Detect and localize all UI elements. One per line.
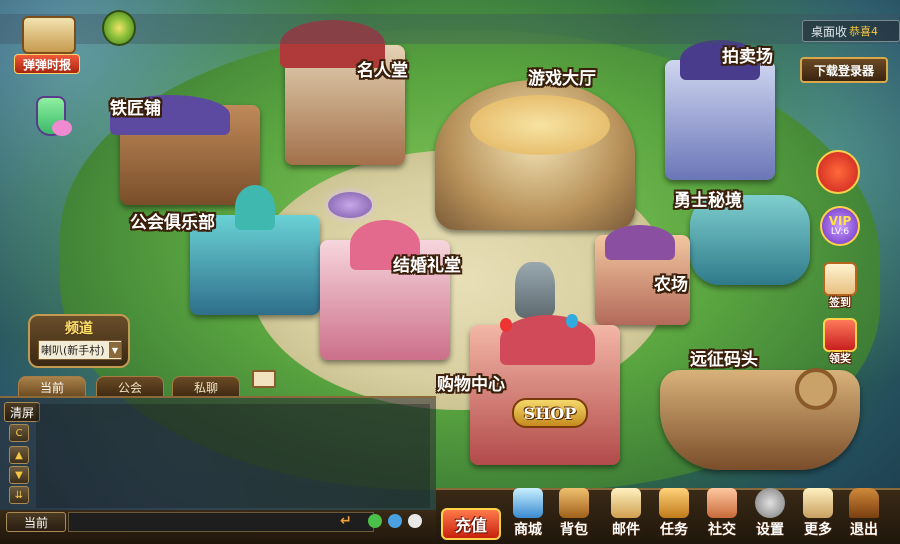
- menu-settings-label: 设置: [756, 522, 784, 538]
- label-wedding-hall[interactable]: 结婚礼堂: [393, 251, 461, 276]
- menu-bag-label: 背包: [560, 522, 588, 538]
- label-blacksmith[interactable]: 铁匠铺: [110, 94, 161, 119]
- menu-quest[interactable]: 任务: [652, 486, 696, 542]
- news-label: 弹弹时报: [14, 54, 80, 74]
- label-guild-club[interactable]: 公会俱乐部: [130, 208, 215, 233]
- menu-exit[interactable]: 退出: [842, 486, 886, 542]
- balloons-2: [566, 314, 578, 328]
- game-hall-dome: [470, 95, 610, 155]
- menu-quest-label: 任务: [660, 522, 688, 538]
- channel-select[interactable]: 喇叭(新手村) ▼: [38, 340, 122, 360]
- label-warrior-realm[interactable]: 勇士秘境: [674, 186, 742, 211]
- gift-icon: [823, 318, 857, 352]
- handshake-icon: [707, 488, 737, 518]
- checkin-button[interactable]: 签到: [820, 262, 860, 310]
- menu-mall-label: 商城: [514, 522, 542, 538]
- dock-wheel: [795, 368, 837, 410]
- menu-mall[interactable]: 商城: [506, 486, 550, 542]
- envelope-icon: [611, 488, 641, 518]
- chevron-down-icon: ▼: [109, 342, 121, 358]
- menu-mail-label: 邮件: [612, 522, 640, 538]
- label-hall-of-fame[interactable]: 名人堂: [357, 56, 408, 81]
- potion-bubble: [52, 120, 72, 136]
- channel-selected-value: 喇叭(新手村): [41, 344, 105, 357]
- scroll-icon: [22, 16, 76, 54]
- desktop-shortcut-label: 桌面收: [811, 24, 848, 39]
- menu-exit-label: 退出: [850, 522, 878, 538]
- event-badge-icon: [816, 150, 860, 194]
- label-game-hall[interactable]: 游戏大厅: [528, 64, 596, 89]
- shop-icon: [513, 488, 543, 518]
- chat-input[interactable]: [68, 512, 374, 532]
- scroll-bottom-icon[interactable]: ⇊: [9, 486, 29, 504]
- checkin-icon: [823, 262, 857, 296]
- vip-text: VIP: [828, 214, 852, 228]
- menu-bag[interactable]: 背包: [552, 486, 596, 542]
- menu-settings[interactable]: 设置: [748, 486, 792, 542]
- backpack-icon: [559, 488, 589, 518]
- reward-button[interactable]: 领奖: [820, 318, 860, 366]
- news-button[interactable]: 弹弹时报: [12, 14, 80, 74]
- event-button[interactable]: [816, 150, 860, 194]
- shopping-center-roof: [500, 315, 595, 365]
- channel-panel: 频道 喇叭(新手村) ▼: [28, 314, 130, 368]
- reward-label: 领奖: [829, 352, 851, 365]
- friend-icon[interactable]: [368, 514, 382, 528]
- chat-bubble-icon[interactable]: [388, 514, 402, 528]
- avocado-icon[interactable]: [102, 10, 136, 46]
- label-farm[interactable]: 农场: [654, 270, 688, 295]
- channel-title: 频道: [65, 321, 93, 337]
- balloons: [500, 318, 512, 332]
- guild-club-roof: [235, 185, 275, 230]
- menu-social-label: 社交: [708, 522, 736, 538]
- vip-button[interactable]: VIP LV:6: [820, 206, 860, 246]
- label-auction[interactable]: 拍卖场: [722, 42, 773, 67]
- label-shopping-center[interactable]: 购物中心: [437, 370, 505, 395]
- chevron-up-icon[interactable]: ▲: [9, 446, 29, 464]
- vip-badge-icon: VIP LV:6: [820, 206, 860, 246]
- clear-screen-button[interactable]: 清屏: [4, 402, 40, 422]
- shop-sign: SHOP: [512, 398, 588, 428]
- fountain: [328, 192, 372, 218]
- tab-guild[interactable]: 公会: [96, 376, 164, 397]
- current-channel-button[interactable]: 当前: [6, 512, 66, 532]
- vip-level: LV:6: [830, 227, 850, 237]
- gear-icon: [755, 488, 785, 518]
- emoji-icon[interactable]: [408, 514, 422, 528]
- desktop-shortcut-button[interactable]: 桌面收 恭喜4: [802, 20, 900, 42]
- statue: [515, 262, 555, 318]
- desktop-shortcut-extra: 恭喜4: [849, 25, 879, 38]
- mail-icon[interactable]: [252, 370, 276, 388]
- more-scroll-icon: [803, 488, 833, 518]
- chat-log: [36, 404, 430, 508]
- quest-scroll-icon: [659, 488, 689, 518]
- potion-icon[interactable]: [26, 86, 72, 142]
- label-expedition-dock[interactable]: 远征码头: [690, 345, 758, 370]
- chat-channel-c-button[interactable]: C: [9, 424, 29, 442]
- menu-more-label: 更多: [804, 522, 832, 538]
- farm-roof: [605, 225, 675, 260]
- download-login-button[interactable]: 下载登录器: [800, 57, 888, 83]
- recharge-label: 充值: [454, 516, 487, 535]
- checkin-label: 签到: [829, 296, 851, 309]
- tab-private[interactable]: 私聊: [172, 376, 240, 397]
- chevron-down-chat-icon[interactable]: ▼: [9, 466, 29, 484]
- menu-social[interactable]: 社交: [700, 486, 744, 542]
- download-login-label: 下载登录器: [813, 63, 874, 78]
- door-icon: [849, 488, 879, 518]
- recharge-button[interactable]: 充值: [441, 508, 501, 540]
- send-arrow-icon[interactable]: ↵: [340, 514, 360, 528]
- menu-more[interactable]: 更多: [796, 486, 840, 542]
- shop-sign-text: SHOP: [523, 403, 577, 423]
- menu-mail[interactable]: 邮件: [604, 486, 648, 542]
- tab-current[interactable]: 当前: [18, 376, 86, 397]
